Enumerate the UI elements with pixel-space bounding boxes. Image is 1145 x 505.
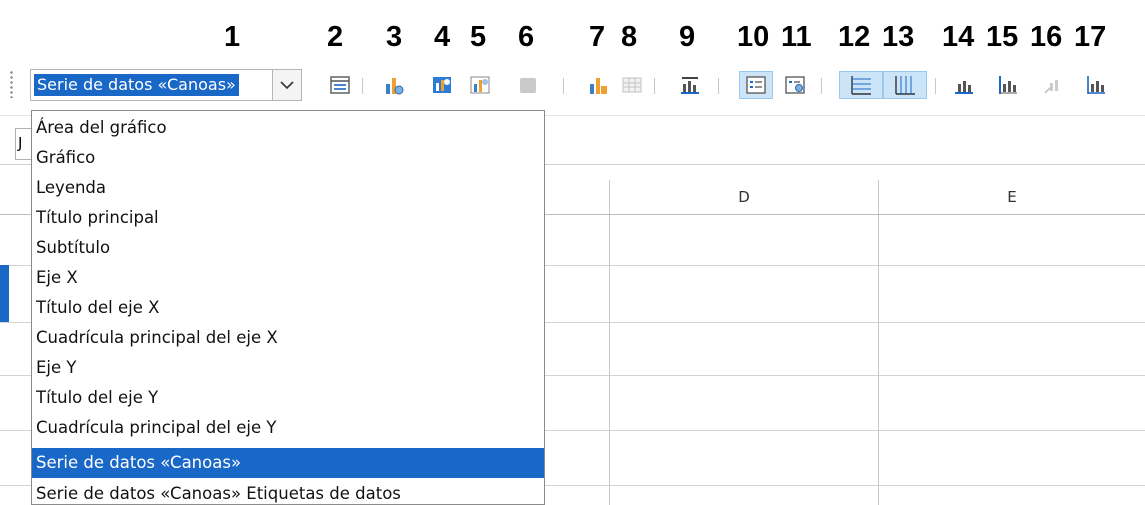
horizontal-grids-icon xyxy=(851,76,871,95)
callout-16: 16 xyxy=(1030,21,1063,53)
dropdown-item-chart-area[interactable]: Área del gráfico xyxy=(32,113,544,143)
all-axes-button[interactable] xyxy=(1082,71,1110,99)
selected-row-indicator xyxy=(0,265,9,322)
callout-4: 4 xyxy=(434,21,451,53)
toolbar-separator xyxy=(718,78,719,94)
toolbar-separator xyxy=(362,78,363,94)
z-axis-icon xyxy=(1044,80,1058,94)
chart-type-icon xyxy=(386,78,404,95)
column-header-e[interactable]: E xyxy=(879,180,1145,214)
dropdown-item-main-title[interactable]: Título principal xyxy=(32,203,544,233)
callout-1: 1 xyxy=(224,21,241,53)
toolbar-separator xyxy=(821,78,822,94)
callout-12: 12 xyxy=(838,21,871,53)
dropdown-item-y-axis[interactable]: Eje Y xyxy=(32,353,544,383)
y-axis-icon xyxy=(999,76,1017,94)
y-axis-button[interactable] xyxy=(994,71,1022,99)
all-axes-icon xyxy=(1087,76,1105,94)
callout-11: 11 xyxy=(781,21,812,53)
callout-3: 3 xyxy=(386,21,403,53)
callout-14: 14 xyxy=(942,21,975,53)
data-series-icon xyxy=(590,78,607,94)
chart-area-button[interactable] xyxy=(428,71,456,99)
data-table-icon xyxy=(622,77,642,93)
column-header-d[interactable]: D xyxy=(610,180,878,214)
callout-8: 8 xyxy=(621,21,638,53)
chart-floor-button[interactable] xyxy=(514,71,542,99)
callout-7: 7 xyxy=(589,21,606,53)
callout-17: 17 xyxy=(1074,21,1107,53)
chart-type-button[interactable] xyxy=(380,71,408,99)
legend-button[interactable] xyxy=(781,71,809,99)
x-axis-button[interactable] xyxy=(950,71,978,99)
dropdown-item-chart[interactable]: Gráfico xyxy=(32,143,544,173)
combobox-dropdown-button[interactable] xyxy=(272,70,301,100)
chart-wall-icon xyxy=(470,76,490,94)
toolbar-separator xyxy=(654,78,655,94)
dropdown-item-x-axis[interactable]: Eje X xyxy=(32,263,544,293)
selected-element-text: Serie de datos «Canoas» xyxy=(34,74,239,96)
dropdown-item-data-series-canoas[interactable]: Serie de datos «Canoas» xyxy=(32,448,544,478)
data-series-button[interactable] xyxy=(584,71,612,99)
callout-13: 13 xyxy=(882,21,915,53)
grid-line-vertical xyxy=(878,180,879,505)
dropdown-item-x-axis-title[interactable]: Título del eje X xyxy=(32,293,544,323)
callout-6: 6 xyxy=(518,21,535,53)
legend-icon xyxy=(785,76,805,94)
dropdown-item-y-axis-major-grid[interactable]: Cuadrícula principal del eje Y xyxy=(32,413,544,443)
toolbar-separator xyxy=(935,78,936,94)
data-table-button[interactable] xyxy=(618,71,646,99)
legend-on-off-icon xyxy=(746,76,766,94)
grid-line-vertical xyxy=(609,180,610,505)
dropdown-item-data-series-labels[interactable]: Serie de datos «Canoas» Etiquetas de dat… xyxy=(32,479,544,504)
callout-10: 10 xyxy=(737,21,770,53)
chart-floor-icon xyxy=(520,78,536,93)
x-axis-icon xyxy=(955,81,973,94)
callout-5: 5 xyxy=(470,21,487,53)
titles-icon xyxy=(681,77,699,94)
dropdown-item-subtitle[interactable]: Subtítulo xyxy=(32,233,544,263)
chart-wall-button[interactable] xyxy=(466,71,494,99)
callout-15: 15 xyxy=(986,21,1019,53)
horizontal-grids-button[interactable] xyxy=(839,71,883,99)
vertical-grids-button[interactable] xyxy=(883,71,927,99)
dropdown-item-legend[interactable]: Leyenda xyxy=(32,173,544,203)
chevron-down-icon xyxy=(280,81,294,90)
z-axis-button[interactable] xyxy=(1038,71,1066,99)
toolbar-grip-handle[interactable] xyxy=(9,70,14,98)
name-box-value: J xyxy=(18,134,23,152)
dropdown-item-x-axis-major-grid[interactable]: Cuadrícula principal del eje X xyxy=(32,323,544,353)
toolbar-separator xyxy=(563,78,564,94)
chart-element-dropdown-list[interactable]: Área del gráfico Gráfico Leyenda Título … xyxy=(31,110,545,505)
dropdown-item-y-axis-title[interactable]: Título del eje Y xyxy=(32,383,544,413)
chart-area-icon xyxy=(433,77,451,93)
callout-9: 9 xyxy=(679,21,696,53)
callout-2: 2 xyxy=(327,21,344,53)
format-selection-icon xyxy=(330,76,350,94)
legend-on-off-button[interactable] xyxy=(739,71,773,99)
format-selection-button[interactable] xyxy=(326,71,354,99)
titles-button[interactable] xyxy=(676,71,704,99)
vertical-grids-icon xyxy=(895,76,915,95)
select-chart-element-combobox[interactable]: Serie de datos «Canoas» xyxy=(30,69,302,101)
